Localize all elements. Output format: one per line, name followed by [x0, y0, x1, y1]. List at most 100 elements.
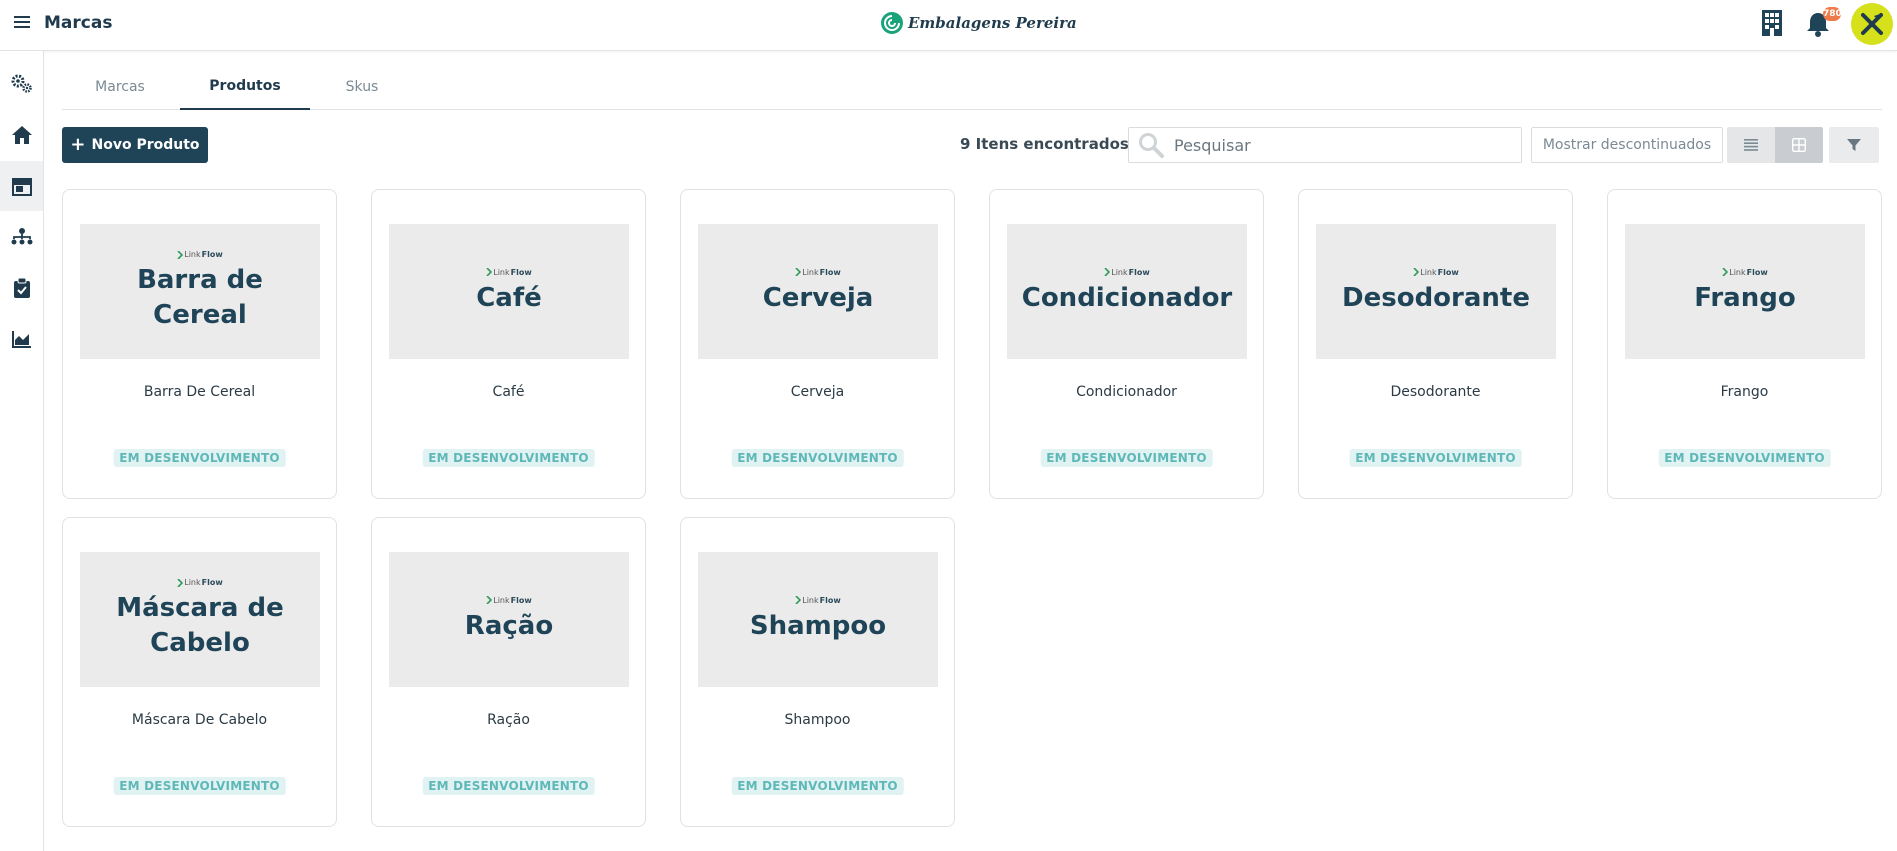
- top-bar: Marcas Embalagens Pereira 780: [0, 0, 1897, 51]
- chevron-right-icon: [1104, 268, 1111, 276]
- sidebar-item-settings[interactable]: [0, 59, 43, 109]
- product-image: Link Flow Café: [389, 224, 629, 359]
- product-card[interactable]: Link Flow Desodorante Desodorante EM DESE…: [1298, 189, 1573, 499]
- product-card[interactable]: Link Flow Barra de Cereal Barra De Cereal…: [62, 189, 337, 499]
- grid-view-button[interactable]: [1775, 127, 1823, 163]
- product-image: Link Flow Máscara de Cabelo: [80, 552, 320, 687]
- chevron-right-icon: [486, 596, 493, 604]
- network-icon: [11, 228, 32, 245]
- sidebar-item-network[interactable]: [0, 212, 43, 262]
- linkflow-logo: Link Flow: [1413, 268, 1459, 277]
- home-icon: [11, 126, 32, 144]
- chevron-right-icon: [177, 578, 184, 587]
- status-badge: EM DESENVOLVIMENTO: [1349, 449, 1522, 467]
- product-name: Desodorante: [1390, 384, 1481, 400]
- list-icon: [1744, 139, 1758, 151]
- sidebar-item-tasks[interactable]: [0, 263, 43, 313]
- grid-icon: [1792, 138, 1806, 152]
- chevron-right-icon: [486, 268, 493, 276]
- sidebar-item-reports[interactable]: [0, 314, 43, 364]
- product-card[interactable]: Link Flow Ração Ração EM DESENVOLVIMENTO: [371, 517, 646, 827]
- product-card[interactable]: Link Flow Condicionador Condicionador EM …: [989, 189, 1264, 499]
- gears-icon: [11, 74, 32, 93]
- filter-button[interactable]: [1829, 127, 1879, 163]
- clipboard-check-icon: [13, 278, 30, 298]
- product-image-title: Máscara de Cabelo: [116, 593, 284, 658]
- page-title: Marcas: [44, 13, 113, 33]
- chevron-right-icon: [1413, 268, 1420, 276]
- status-badge: EM DESENVOLVIMENTO: [422, 777, 595, 795]
- notification-badge: 780: [1823, 7, 1842, 21]
- brand-name: Embalagens Pereira: [908, 14, 1077, 32]
- product-card[interactable]: Link Flow Frango Frango EM DESENVOLVIMENT…: [1607, 189, 1882, 499]
- linkflow-logo: Link Flow: [1104, 268, 1150, 277]
- product-name: Café: [492, 384, 525, 400]
- product-card[interactable]: Link Flow Shampoo Shampoo EM DESENVOLVIME…: [680, 517, 955, 827]
- building-icon[interactable]: [1762, 10, 1782, 41]
- result-count: 9 Itens encontrados: [960, 135, 1129, 153]
- product-image: Link Flow Cerveja: [698, 224, 938, 359]
- show-discontinued-button[interactable]: Mostrar descontinuados: [1531, 127, 1723, 163]
- product-image: Link Flow Ração: [389, 552, 629, 687]
- list-view-button[interactable]: [1727, 127, 1775, 163]
- tab-skus[interactable]: Skus: [312, 64, 412, 110]
- product-image-title: Café: [476, 282, 542, 313]
- chevron-right-icon: [795, 268, 802, 276]
- tab-bar: Marcas Produtos Skus: [62, 64, 1882, 110]
- tab-produtos[interactable]: Produtos: [180, 64, 310, 110]
- store-icon: [11, 178, 32, 196]
- chart-area-icon: [11, 331, 31, 348]
- product-name: Frango: [1720, 384, 1769, 400]
- product-card[interactable]: Link Flow Café Café EM DESENVOLVIMENTO: [371, 189, 646, 499]
- menu-icon[interactable]: [14, 14, 30, 30]
- product-image-title: Ração: [464, 610, 554, 641]
- status-badge: EM DESENVOLVIMENTO: [1040, 449, 1213, 467]
- status-badge: EM DESENVOLVIMENTO: [113, 777, 286, 795]
- product-image: Link Flow Condicionador: [1007, 224, 1247, 359]
- product-image-title: Shampoo: [749, 610, 887, 641]
- search-input[interactable]: [1174, 135, 1494, 155]
- linkflow-logo: Link Flow: [177, 250, 223, 259]
- product-image-title: Desodorante: [1342, 282, 1530, 313]
- linkflow-logo: Link Flow: [486, 268, 532, 277]
- brand-swirl-icon: [881, 12, 903, 34]
- search-box: [1128, 127, 1522, 163]
- product-image-title: Barra de Cereal: [137, 265, 263, 330]
- product-image-title: Frango: [1694, 282, 1796, 313]
- product-image: Link Flow Barra de Cereal: [80, 224, 320, 359]
- brand-logo: Embalagens Pereira: [880, 10, 1077, 36]
- filter-icon: [1847, 139, 1861, 151]
- status-badge: EM DESENVOLVIMENTO: [731, 777, 904, 795]
- linkflow-logo: Link Flow: [1722, 268, 1768, 277]
- product-name: Cerveja: [790, 384, 845, 400]
- status-badge: EM DESENVOLVIMENTO: [422, 449, 595, 467]
- linkflow-logo: Link Flow: [795, 268, 841, 277]
- product-name: Máscara De Cabelo: [131, 712, 268, 728]
- sidebar: [0, 51, 44, 851]
- user-logo-icon: [1861, 13, 1883, 35]
- avatar[interactable]: [1851, 3, 1893, 45]
- linkflow-logo: Link Flow: [486, 596, 532, 605]
- new-product-button[interactable]: + Novo Produto: [62, 127, 208, 163]
- sidebar-item-home[interactable]: [0, 110, 43, 160]
- sidebar-item-store[interactable]: [0, 161, 43, 211]
- product-image: Link Flow Shampoo: [698, 552, 938, 687]
- search-icon: [1139, 133, 1164, 158]
- product-image-title: Condicionador: [1021, 282, 1233, 313]
- product-image: Link Flow Frango: [1625, 224, 1865, 359]
- product-name: Ração: [487, 712, 530, 728]
- product-image: Link Flow Desodorante: [1316, 224, 1556, 359]
- chevron-right-icon: [795, 596, 802, 604]
- product-name: Condicionador: [1076, 384, 1177, 400]
- status-badge: EM DESENVOLVIMENTO: [113, 449, 286, 467]
- plus-icon: +: [70, 134, 86, 155]
- linkflow-logo: Link Flow: [795, 596, 841, 605]
- tab-marcas[interactable]: Marcas: [62, 64, 178, 110]
- product-card[interactable]: Link Flow Máscara de Cabelo Máscara De Ca…: [62, 517, 337, 827]
- product-name: Barra De Cereal: [143, 384, 256, 400]
- chevron-right-icon: [177, 250, 184, 259]
- product-card[interactable]: Link Flow Cerveja Cerveja EM DESENVOLVIME…: [680, 189, 955, 499]
- status-badge: EM DESENVOLVIMENTO: [1658, 449, 1831, 467]
- status-badge: EM DESENVOLVIMENTO: [731, 449, 904, 467]
- chevron-right-icon: [1722, 268, 1729, 276]
